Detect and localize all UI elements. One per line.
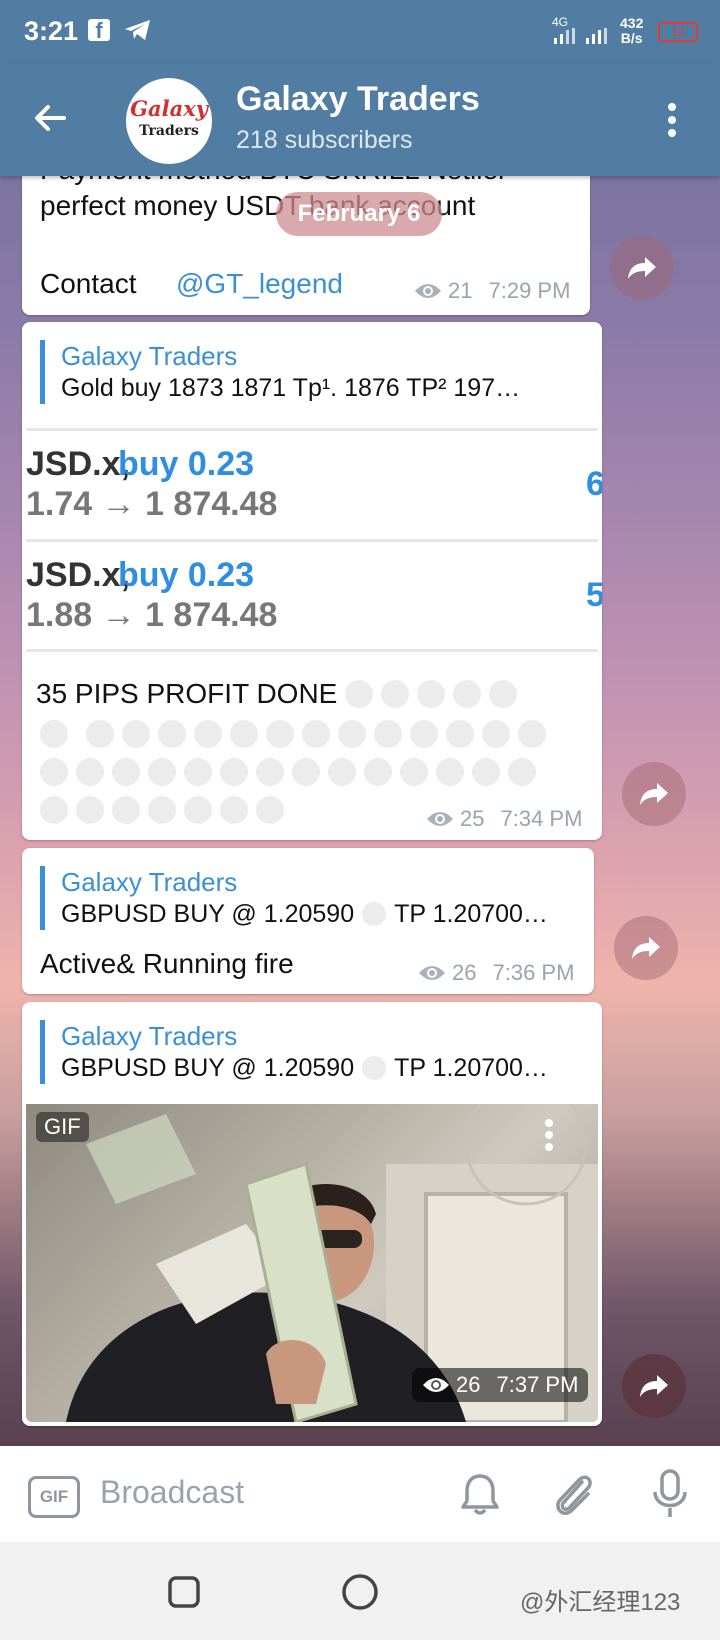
avatar-logo-subtext: Traders [139,123,199,139]
contact-label: Contact [40,268,137,299]
forward-icon[interactable] [610,236,674,300]
reply-text: GBPUSD BUY @ 1.20590 TP 1.20700… [61,1052,561,1084]
message-meta: 21 7:29 PM [414,278,570,304]
trade-pair: JSD.x, [26,556,130,594]
message-time: 7:37 PM [496,1372,579,1397]
network-speed: 432 B/s [620,16,643,46]
reply-author: Galaxy Traders [61,867,238,897]
trade-prices: 1.74 → 1 874.48 [26,485,278,523]
channel-title[interactable]: Galaxy Traders [236,80,480,119]
trade-pair: JSD.x, [26,445,130,483]
reply-author: Galaxy Traders [61,1021,238,1051]
reply-author: Galaxy Traders [61,341,238,371]
status-bar: 3:21 f 4G 432 B/s 12 [0,0,720,64]
message-meta: 26 7:37 PM [412,1368,589,1402]
reply-preview[interactable]: Galaxy Traders GBPUSD BUY @ 1.20590 TP 1… [40,866,561,930]
message-text: 35 PIPS PROFIT DONE [36,678,338,709]
watermark-text: @外汇经理123 [520,1589,681,1616]
views-eye-icon [419,966,445,980]
view-count: 26 [456,1372,481,1397]
facebook-notification-icon: f [88,19,110,43]
forward-icon[interactable] [622,762,686,826]
back-arrow-icon[interactable] [32,100,68,141]
views-eye-icon [415,284,441,298]
message-meta: 25 7:34 PM [426,806,582,832]
trade-action: buy 0.23 [118,445,255,483]
message-bubble[interactable]: Galaxy Traders GBPUSD BUY @ 1.20590 TP 1… [22,848,594,994]
gif-media[interactable]: GIF 26 7:37 PM [26,1104,598,1422]
message-text: Active& Running fire [40,948,294,979]
chat-header: Galaxy Traders Galaxy Traders 218 subscr… [0,64,720,176]
reply-text-part: GBPUSD BUY @ 1.20590 [61,900,355,928]
trade-row: JSD.x, buy 0.23 1.88 → 1 874.48 5 [26,542,602,649]
reply-text-part: GBPUSD BUY @ 1.20590 [61,1054,355,1082]
home-circle-icon[interactable] [342,1574,378,1615]
more-options-icon[interactable] [666,102,678,143]
battery-icon: 12 [658,22,698,42]
message-body: 35 PIPS PROFIT DONE [36,678,518,710]
message-time: 7:29 PM [488,278,571,303]
attach-paperclip-icon[interactable] [552,1470,596,1523]
emoji-placeholders [345,680,518,708]
contact-handle-link[interactable]: @GT_legend [176,268,343,300]
channel-avatar[interactable]: Galaxy Traders [126,78,212,164]
message-meta: 26 7:36 PM [418,960,574,986]
signal-icon [554,28,614,49]
gif-badge: GIF [36,1112,89,1142]
reply-preview[interactable]: Galaxy Traders Gold buy 1873 1871 Tp¹. 1… [40,340,561,404]
trade-screenshot-image[interactable]: JSD.x, buy 0.23 1.74 → 1 874.48 6 JSD.x,… [26,428,602,649]
recents-square-icon[interactable] [168,1576,200,1613]
reply-text: Gold buy 1873 1871 Tp¹. 1876 TP² 197… [61,374,521,402]
date-pill: February 6 [276,192,442,236]
reply-preview[interactable]: Galaxy Traders GBPUSD BUY @ 1.20590 TP 1… [40,1020,561,1084]
views-eye-icon [427,812,453,826]
views-eye-icon [423,1378,449,1392]
system-nav-bar: @外汇经理123 [0,1542,720,1640]
speed-unit: B/s [620,30,643,46]
emoji-placeholder [362,902,387,926]
speed-value: 432 [620,15,644,31]
trade-action: buy 0.23 [118,556,255,594]
message-time: 7:36 PM [492,960,575,985]
view-count: 21 [448,278,473,303]
divider [26,649,598,652]
trade-row: JSD.x, buy 0.23 1.74 → 1 874.48 6 [26,431,602,542]
message-bubble[interactable]: Galaxy Traders GBPUSD BUY @ 1.20590 TP 1… [22,1002,602,1426]
trade-prices: 1.88 → 1 874.48 [26,596,278,634]
forward-icon[interactable] [614,916,678,980]
status-time: 3:21 [24,16,79,46]
reply-text: GBPUSD BUY @ 1.20590 TP 1.20700… [61,898,561,930]
notification-bell-icon[interactable] [460,1472,500,1521]
broadcast-input[interactable]: Broadcast [100,1474,244,1511]
gif-options-icon[interactable] [544,1118,554,1157]
reply-text-part: TP 1.20700… [394,900,548,928]
subscriber-count: 218 subscribers [236,126,413,154]
trade-profit: 5 [586,576,602,614]
gif-picker-button[interactable]: GIF [28,1476,80,1518]
microphone-icon[interactable] [650,1468,690,1525]
avatar-logo-text: Galaxy [130,96,208,121]
emoji-placeholder [362,1056,387,1080]
view-count: 26 [452,960,477,985]
reply-text-part: TP 1.20700… [394,1054,548,1082]
message-time: 7:34 PM [500,806,583,831]
telegram-notification-icon [124,18,152,47]
composer-bar: GIF Broadcast [0,1446,720,1542]
forward-icon[interactable] [622,1354,686,1418]
trade-profit: 6 [586,465,602,503]
view-count: 25 [460,806,485,831]
message-bubble[interactable]: Galaxy Traders Gold buy 1873 1871 Tp¹. 1… [22,322,602,840]
